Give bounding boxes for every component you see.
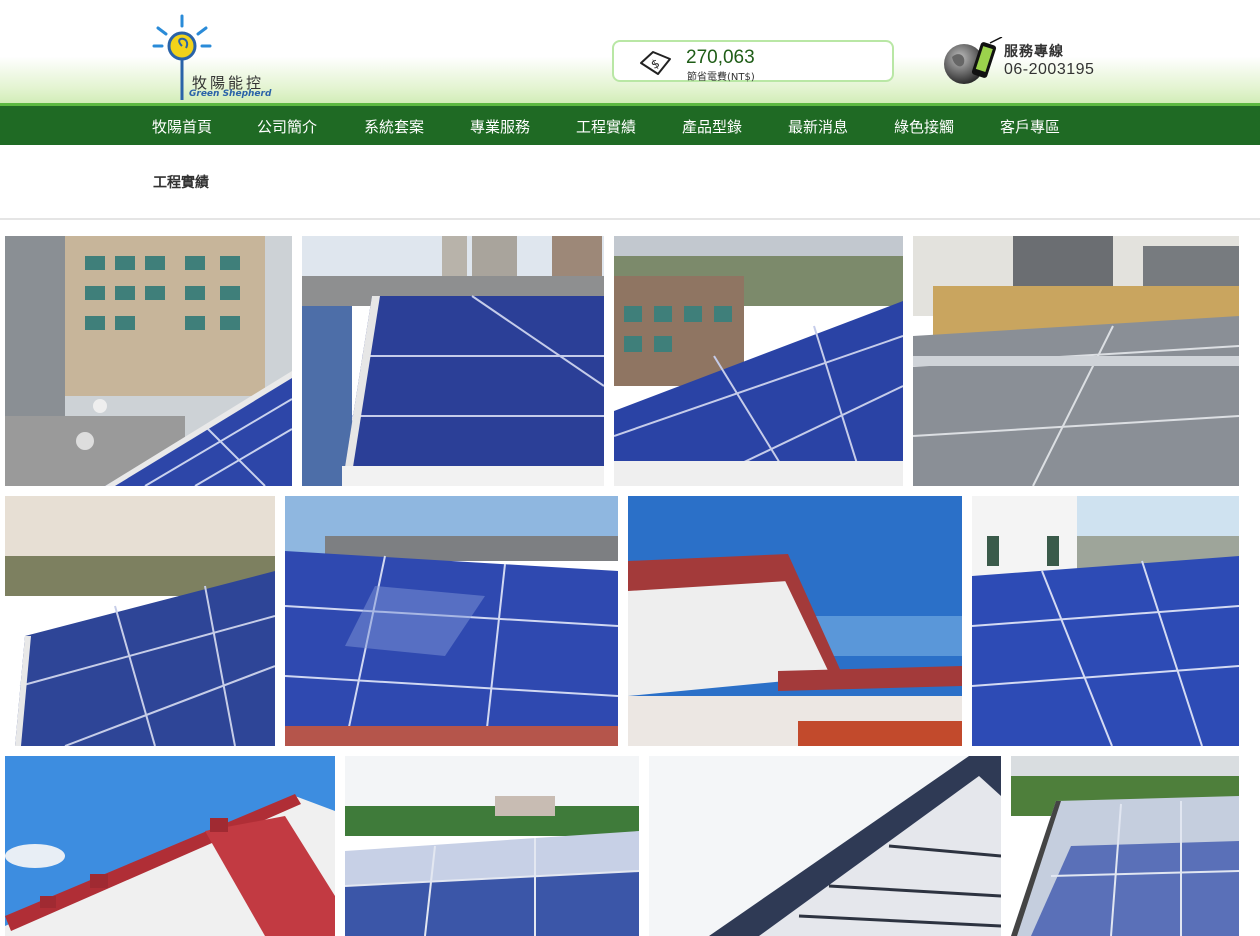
photo-image [614, 236, 903, 486]
globe-phone-icon [944, 37, 1003, 84]
project-photo[interactable] [285, 496, 618, 746]
project-photo[interactable] [1011, 756, 1239, 936]
photo-image [628, 496, 962, 746]
page-title-bar: 工程實績 [0, 145, 1260, 220]
service-title: 服務專線 [1004, 44, 1064, 60]
nav-item-about[interactable]: 公司簡介 [257, 116, 317, 137]
money-tag-icon: $ [640, 51, 671, 75]
photo-image [1011, 756, 1239, 936]
project-photo[interactable] [628, 496, 962, 746]
page-title: 工程實績 [153, 175, 209, 191]
photo-image [5, 496, 275, 746]
service-phone[interactable]: 06-2003195 [1004, 61, 1094, 79]
project-photo[interactable] [5, 756, 335, 936]
nav-item-news[interactable]: 最新消息 [788, 116, 848, 137]
project-photo[interactable] [972, 496, 1239, 746]
savings-counter: $ 270,063 節省電費(NT$) [612, 40, 894, 83]
photo-image [972, 496, 1239, 746]
project-photo[interactable] [345, 756, 639, 936]
photo-image [302, 236, 604, 486]
project-photo[interactable] [302, 236, 604, 486]
project-photo[interactable] [5, 236, 292, 486]
project-photo[interactable] [913, 236, 1239, 486]
photo-image [285, 496, 618, 746]
project-photo[interactable] [649, 756, 1001, 936]
project-photo[interactable] [5, 496, 275, 746]
photo-image [649, 756, 1001, 936]
main-nav: 牧陽首頁 公司簡介 系統套案 專業服務 工程實績 產品型錄 最新消息 綠色接觸 … [0, 103, 1260, 145]
service-hotline[interactable]: 服務專線 06-2003195 [942, 37, 1112, 87]
nav-item-packages[interactable]: 系統套案 [364, 116, 424, 137]
savings-label: 節省電費(NT$) [687, 72, 755, 83]
photo-image [345, 756, 639, 936]
nav-item-clients[interactable]: 客戶專區 [1000, 116, 1060, 137]
brand-name-en: Green Shepherd [189, 89, 272, 99]
site-header: 牧陽能控 Green Shepherd $ 270,063 節省電費(NT$) … [0, 0, 1260, 103]
savings-value: 270,063 [686, 47, 755, 68]
photo-image [913, 236, 1239, 486]
photo-image [5, 236, 292, 486]
nav-item-catalog[interactable]: 產品型錄 [682, 116, 742, 137]
project-photo[interactable] [614, 236, 903, 486]
nav-item-home[interactable]: 牧陽首頁 [152, 116, 212, 137]
photo-image [5, 756, 335, 936]
nav-item-projects[interactable]: 工程實績 [576, 116, 636, 137]
site-logo[interactable]: 牧陽能控 Green Shepherd [152, 14, 282, 102]
nav-item-services[interactable]: 專業服務 [470, 116, 530, 137]
nav-item-contact[interactable]: 綠色接觸 [894, 116, 954, 137]
